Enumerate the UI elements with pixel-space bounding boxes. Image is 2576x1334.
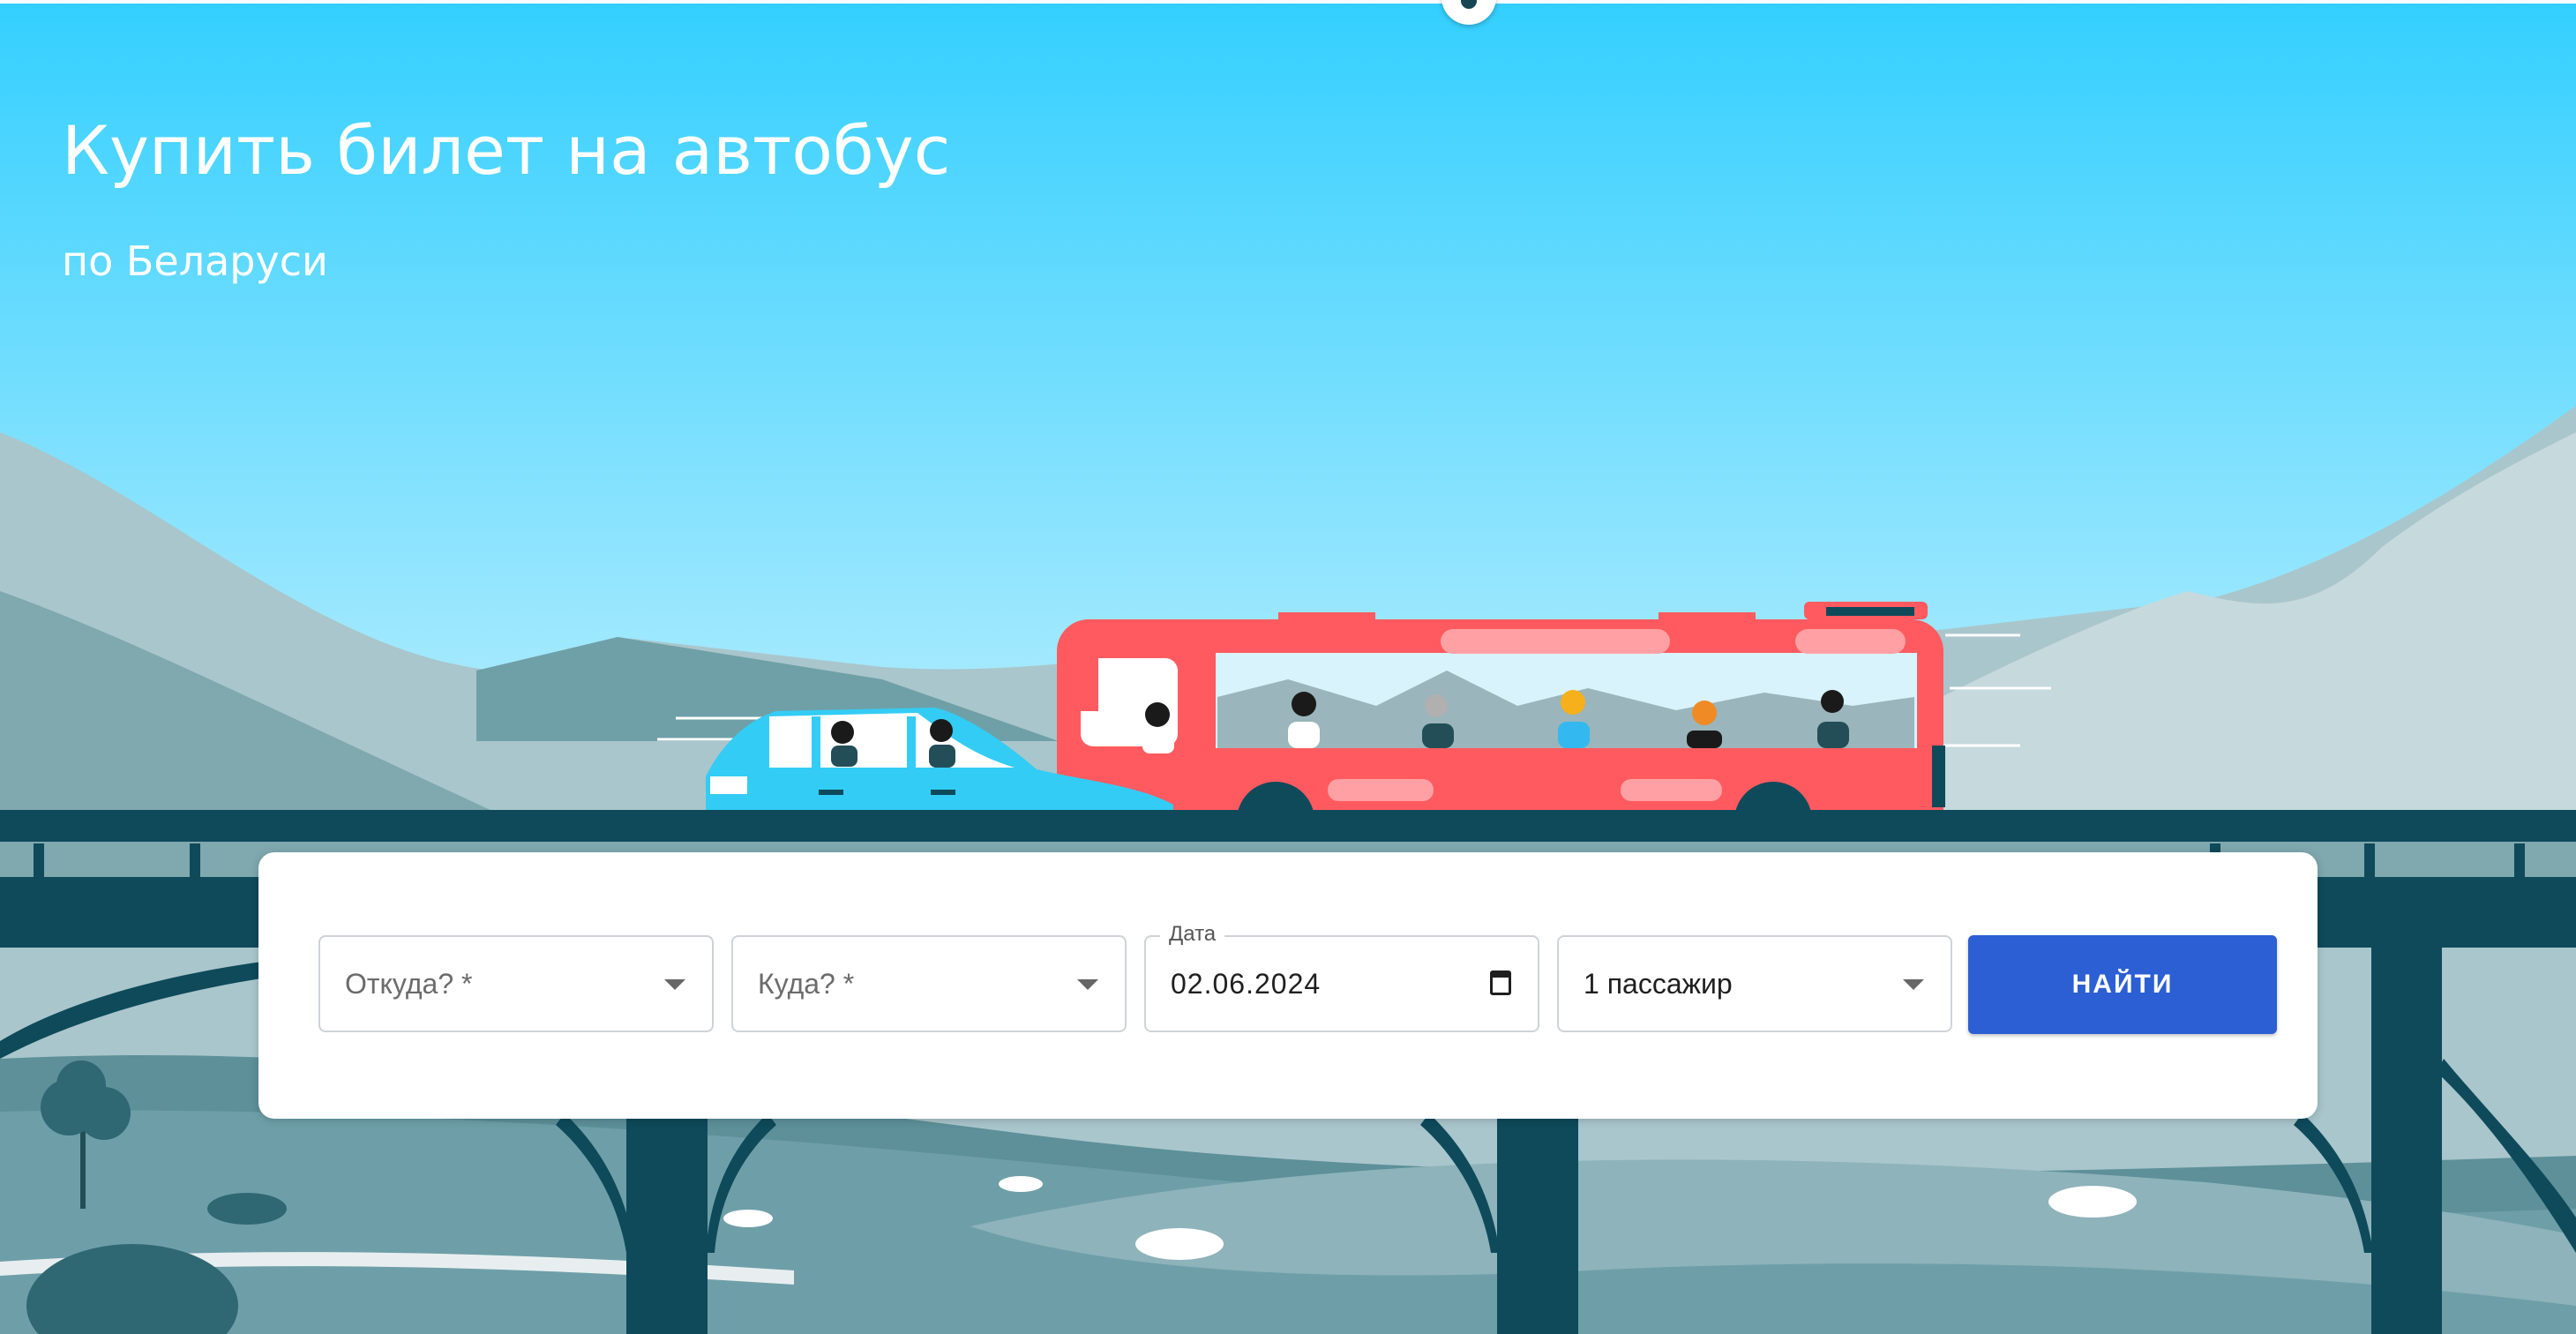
calendar-icon[interactable]: [1490, 971, 1511, 995]
cloud: [723, 1210, 773, 1227]
cloud: [207, 1193, 287, 1225]
from-select[interactable]: Откуда? *: [318, 935, 714, 1032]
search-button[interactable]: НАЙТИ: [1968, 935, 2277, 1034]
top-border: [0, 0, 2576, 4]
chevron-down-icon: [1903, 979, 1924, 990]
to-select[interactable]: Куда? *: [731, 935, 1127, 1032]
chevron-down-icon: [664, 979, 685, 990]
date-value: 02.06.2024: [1171, 968, 1322, 1000]
passengers-value: 1 пассажир: [1584, 968, 1733, 1000]
date-input[interactable]: Дата 02.06.2024: [1144, 921, 1539, 1032]
page-title: Купить билет на автобус: [62, 111, 951, 190]
chevron-down-icon: [1077, 979, 1098, 990]
chat-icon: [1461, 0, 1477, 9]
cloud: [999, 1176, 1043, 1192]
page-subtitle: по Беларуси: [62, 237, 328, 285]
from-placeholder: Откуда? *: [345, 968, 473, 1000]
cloud: [1135, 1228, 1224, 1260]
passengers-select[interactable]: 1 пассажир: [1557, 935, 1952, 1032]
cloud: [2048, 1186, 2137, 1218]
ticket-search-form: Откуда? * Куда? * Дата 02.06.2024 1 пасс…: [258, 852, 2318, 1119]
to-placeholder: Куда? *: [758, 968, 855, 1000]
hero-illustration: [0, 0, 2576, 1334]
